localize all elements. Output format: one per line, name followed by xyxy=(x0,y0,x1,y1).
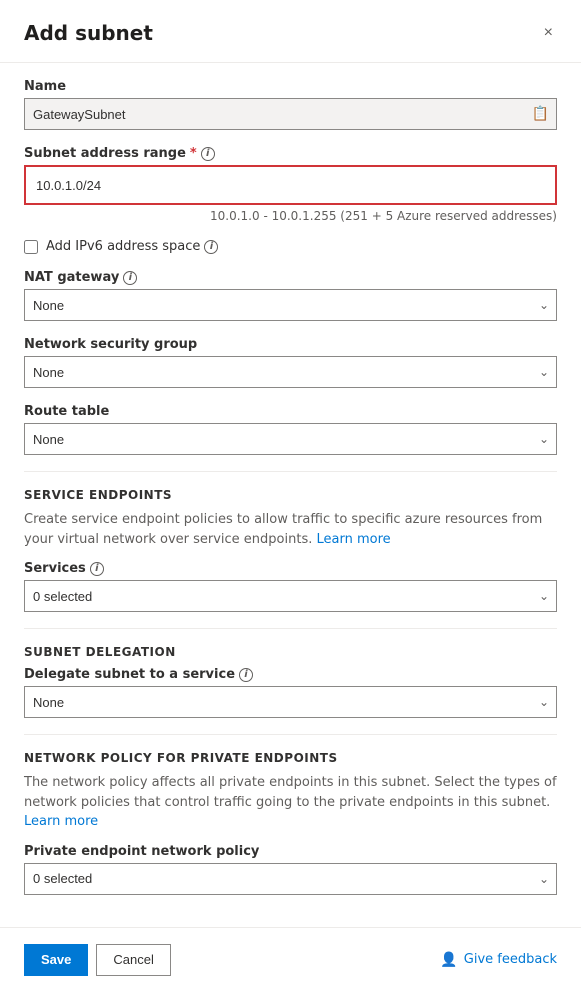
add-subnet-panel: Add subnet × Name 📋 Subnet address range… xyxy=(0,0,581,992)
delegate-select[interactable]: None xyxy=(24,686,557,718)
give-feedback-link[interactable]: 👤 Give feedback xyxy=(440,952,557,968)
name-field-group: Name 📋 xyxy=(24,79,557,130)
panel-header: Add subnet × xyxy=(0,0,581,63)
delegate-label: Delegate subnet to a service i xyxy=(24,667,557,682)
divider-1 xyxy=(24,471,557,472)
route-table-select-wrapper: None ⌄ xyxy=(24,423,557,455)
footer-actions: Save Cancel xyxy=(24,944,171,976)
nsg-select[interactable]: None xyxy=(24,356,557,388)
private-endpoint-policy-field-group: Private endpoint network policy 0 select… xyxy=(24,844,557,895)
nat-gateway-field-group: NAT gateway i None ⌄ xyxy=(24,270,557,321)
services-field-group: Services i 0 selected ⌄ xyxy=(24,561,557,612)
name-input[interactable] xyxy=(24,98,557,130)
divider-2 xyxy=(24,628,557,629)
nat-gateway-select-wrapper: None ⌄ xyxy=(24,289,557,321)
cancel-button[interactable]: Cancel xyxy=(96,944,170,976)
subnet-address-label: Subnet address range * i xyxy=(24,146,557,161)
delegate-field-group: Delegate subnet to a service i None ⌄ xyxy=(24,667,557,718)
network-policy-desc: The network policy affects all private e… xyxy=(24,773,557,832)
panel-title: Add subnet xyxy=(24,21,153,45)
name-label: Name xyxy=(24,79,557,94)
delegate-select-wrapper: None ⌄ xyxy=(24,686,557,718)
nat-info-icon[interactable]: i xyxy=(123,271,137,285)
subnet-info-icon[interactable]: i xyxy=(201,147,215,161)
ipv6-info-icon[interactable]: i xyxy=(204,240,218,254)
copy-icon[interactable]: 📋 xyxy=(532,106,549,122)
private-endpoint-policy-label: Private endpoint network policy xyxy=(24,844,557,859)
subnet-field-wrapper xyxy=(24,165,557,205)
save-button[interactable]: Save xyxy=(24,944,88,976)
subnet-address-hint: 10.0.1.0 - 10.0.1.255 (251 + 5 Azure res… xyxy=(24,209,557,223)
private-endpoint-policy-select-wrapper: 0 selected ⌄ xyxy=(24,863,557,895)
ipv6-label: Add IPv6 address space i xyxy=(46,239,218,254)
nat-gateway-select[interactable]: None xyxy=(24,289,557,321)
services-select[interactable]: 0 selected xyxy=(24,580,557,612)
subnet-address-field-group: Subnet address range * i 10.0.1.0 - 10.0… xyxy=(24,146,557,223)
required-indicator: * xyxy=(190,146,197,161)
route-table-label: Route table xyxy=(24,404,557,419)
name-input-wrapper: 📋 xyxy=(24,98,557,130)
panel-body: Name 📋 Subnet address range * i 10.0.1.0… xyxy=(0,63,581,927)
panel-footer: Save Cancel 👤 Give feedback xyxy=(0,927,581,992)
feedback-label: Give feedback xyxy=(464,952,557,967)
nsg-label: Network security group xyxy=(24,337,557,352)
services-info-icon[interactable]: i xyxy=(90,562,104,576)
service-endpoints-learn-more-link[interactable]: Learn more xyxy=(317,532,391,547)
network-policy-learn-more-link[interactable]: Learn more xyxy=(24,814,98,829)
service-endpoints-desc: Create service endpoint policies to allo… xyxy=(24,510,557,549)
services-select-wrapper: 0 selected ⌄ xyxy=(24,580,557,612)
network-policy-header: NETWORK POLICY FOR PRIVATE ENDPOINTS xyxy=(24,751,557,765)
delegate-info-icon[interactable]: i xyxy=(239,668,253,682)
route-table-field-group: Route table None ⌄ xyxy=(24,404,557,455)
ipv6-checkbox[interactable] xyxy=(24,240,38,254)
nsg-field-group: Network security group None ⌄ xyxy=(24,337,557,388)
nat-gateway-label: NAT gateway i xyxy=(24,270,557,285)
private-endpoint-policy-select[interactable]: 0 selected xyxy=(24,863,557,895)
nsg-select-wrapper: None ⌄ xyxy=(24,356,557,388)
ipv6-checkbox-row: Add IPv6 address space i xyxy=(24,239,557,254)
feedback-icon: 👤 xyxy=(440,952,457,968)
route-table-select[interactable]: None xyxy=(24,423,557,455)
close-button[interactable]: × xyxy=(540,20,557,46)
services-label: Services i xyxy=(24,561,557,576)
subnet-delegation-header: SUBNET DELEGATION xyxy=(24,645,557,659)
service-endpoints-header: SERVICE ENDPOINTS xyxy=(24,488,557,502)
subnet-address-input[interactable] xyxy=(28,169,553,201)
divider-3 xyxy=(24,734,557,735)
